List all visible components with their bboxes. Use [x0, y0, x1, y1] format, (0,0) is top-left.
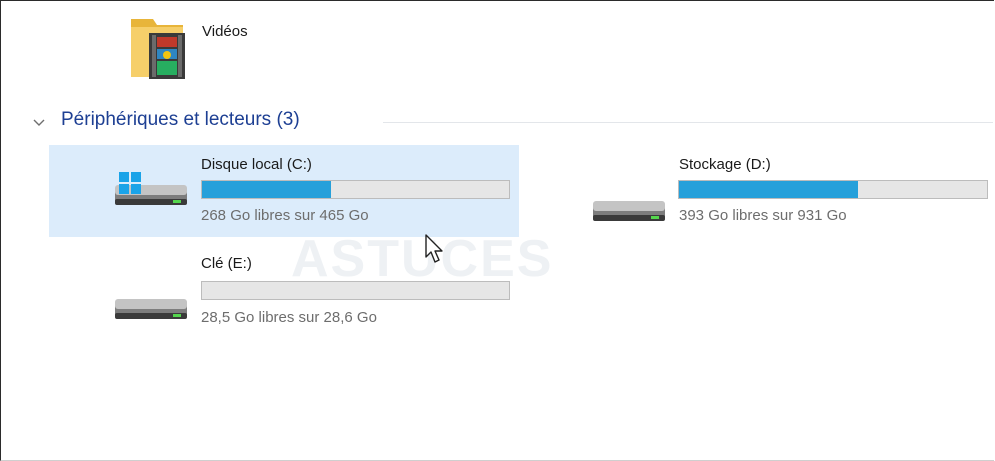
drive-usage-bar [678, 180, 988, 199]
usb-drive-icon [115, 299, 187, 319]
mouse-pointer-icon [425, 234, 443, 263]
drive-tile-c[interactable]: Disque local (C:) 268 Go libres sur 465 … [49, 145, 519, 237]
drive-usage-bar [201, 180, 510, 199]
videos-folder-label: Vidéos [202, 23, 248, 40]
videos-folder-icon [131, 19, 185, 79]
devices-group-header[interactable]: Périphériques et lecteurs (3) [31, 109, 993, 137]
chevron-down-icon[interactable] [31, 115, 47, 131]
drive-name: Stockage (D:) [679, 156, 771, 173]
devices-group-title: Périphériques et lecteurs (3) [61, 109, 300, 130]
drive-usage-fill [202, 181, 331, 198]
explorer-content-pane: Vidéos Périphériques et lecteurs (3) AST… [0, 0, 994, 461]
drive-usage-fill [679, 181, 858, 198]
drive-free-space: 28,5 Go libres sur 28,6 Go [201, 309, 377, 326]
videos-folder-item[interactable]: Vidéos [121, 9, 301, 85]
hard-drive-icon [593, 201, 665, 221]
drive-free-space: 268 Go libres sur 465 Go [201, 207, 369, 224]
windows-logo-icon [119, 172, 141, 194]
drive-tile-e[interactable]: Clé (E:) 28,5 Go libres sur 28,6 Go [49, 249, 519, 341]
drive-name: Disque local (C:) [201, 156, 312, 173]
drive-tile-d[interactable]: Stockage (D:) 393 Go libres sur 931 Go [529, 145, 991, 237]
drive-name: Clé (E:) [201, 255, 252, 272]
drive-usage-bar [201, 281, 510, 300]
drive-free-space: 393 Go libres sur 931 Go [679, 207, 847, 224]
group-divider [383, 122, 993, 123]
